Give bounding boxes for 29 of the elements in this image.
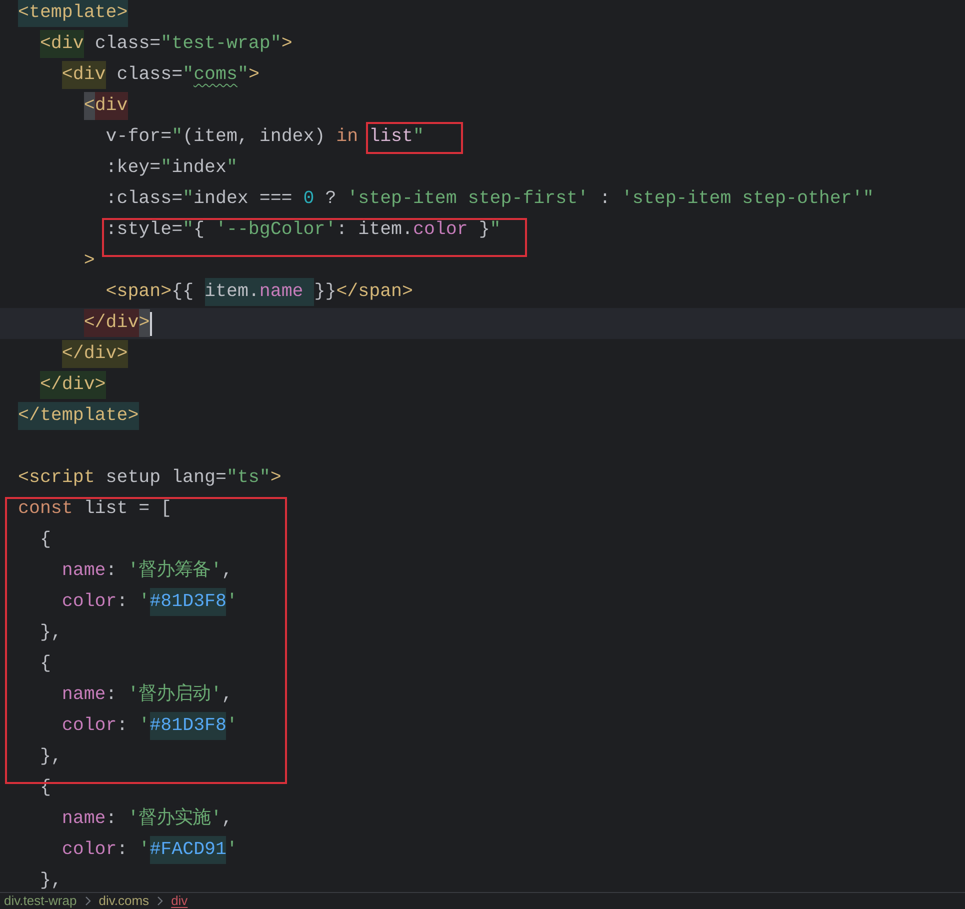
code-line: <div	[18, 91, 128, 122]
code-line: color: '#81D3F8'	[18, 711, 238, 742]
code-line: color: '#FACD91'	[18, 835, 238, 866]
chevron-icon	[84, 896, 91, 906]
code-line: :class="index === 0 ? 'step-item step-first' : 'step-item step-other'"	[104, 188, 874, 211]
text-cursor	[150, 312, 152, 336]
code-line: v-for="(item, index) in list"	[18, 122, 424, 153]
code-line: {	[38, 529, 51, 552]
code-line: name: '督办筹备',	[60, 558, 233, 583]
breadcrumb-item[interactable]: div.test-wrap	[4, 893, 77, 909]
code-line: },	[38, 622, 62, 645]
code-line: },	[38, 870, 62, 892]
code-line: color: '#81D3F8'	[18, 587, 238, 618]
code-line: </div>	[18, 308, 150, 339]
code-line: },	[38, 746, 62, 769]
breadcrumb-item[interactable]: div.coms	[98, 893, 150, 909]
code-line: name: '督办启动',	[60, 682, 233, 707]
code-line: <script setup lang="ts">	[18, 467, 282, 490]
chevron-icon	[157, 896, 164, 906]
code-line: <div class="test-wrap">	[18, 29, 292, 60]
code-line: >	[82, 250, 95, 273]
code-line: :style="{ '--bgColor': item.color }"	[104, 219, 501, 242]
code-line: const list = [	[18, 498, 172, 521]
code-line: <span>{{ item.name }}</span>	[18, 277, 413, 308]
breadcrumb-item[interactable]: div	[171, 893, 188, 909]
code-line: {	[38, 653, 51, 676]
code-line: <div class="coms">	[18, 60, 260, 91]
code-line: :key="index"	[104, 157, 238, 180]
code-line: name: '督办实施',	[60, 806, 233, 831]
